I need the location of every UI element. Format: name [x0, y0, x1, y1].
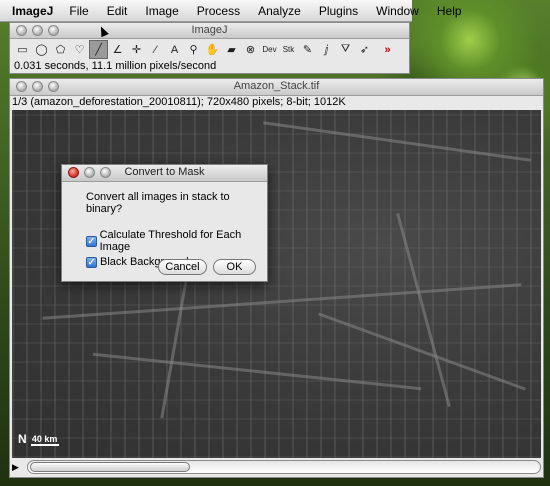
polygon-tool-icon[interactable]: ⬠ — [51, 40, 70, 59]
brush-tool-icon[interactable]: ⅉ — [317, 40, 336, 59]
arrow-tool-icon[interactable]: ➶ — [355, 40, 374, 59]
scale-overlay: N 40 km — [18, 432, 59, 446]
imagej-window-title: ImageJ — [191, 24, 228, 36]
calculate-threshold-checkbox[interactable]: ✓ Calculate Threshold for Each Image — [86, 229, 267, 253]
more-tools-icon[interactable]: » — [378, 40, 397, 59]
point-tool-icon[interactable]: ✛ — [127, 40, 146, 59]
play-icon[interactable]: ▶ — [12, 462, 24, 473]
imagej-titlebar[interactable]: ImageJ — [10, 23, 409, 39]
scale-bar: 40 km — [30, 434, 59, 446]
menu-help[interactable]: Help — [437, 4, 462, 18]
checkbox-checked-icon[interactable]: ✓ — [86, 235, 97, 247]
menu-analyze[interactable]: Analyze — [258, 4, 301, 18]
dialog-message: Convert all images in stack to binary? — [86, 191, 230, 215]
convert-to-mask-dialog: Convert to Mask Convert all images in st… — [61, 164, 268, 282]
image-minimize-button[interactable] — [32, 81, 43, 92]
window-controls — [16, 25, 59, 36]
imagej-status-text: 0.031 seconds, 11.1 million pixels/secon… — [14, 60, 217, 72]
checkbox-checked-icon[interactable]: ✓ — [86, 256, 97, 268]
stack-slider-row: ▶ — [12, 459, 541, 475]
text-tool-icon[interactable]: A — [165, 40, 184, 59]
dialog-title: Convert to Mask — [124, 166, 205, 178]
color-picker-tool-icon[interactable]: ▰ — [222, 40, 241, 59]
pencil-tool-icon[interactable]: ✎ — [298, 40, 317, 59]
close-button[interactable] — [16, 25, 27, 36]
menu-imagej[interactable]: ImageJ — [12, 4, 53, 18]
stack-slider[interactable] — [27, 460, 541, 474]
minimize-button[interactable] — [32, 25, 43, 36]
dialog-minimize-button[interactable] — [84, 167, 95, 178]
oval-tool-icon[interactable]: ◯ — [32, 40, 51, 59]
tool-bar: ▭ ◯ ⬠ ♡ ╱ ∠ ✛ ⁄ A ⚲ ✋ ▰ ⊗ Dev Stk ✎ ⅉ ⛛ ➶» — [10, 40, 409, 60]
stack-slider-thumb[interactable] — [30, 462, 190, 472]
menu-image[interactable]: Image — [145, 4, 178, 18]
image-window-titlebar[interactable]: Amazon_Stack.tif — [10, 79, 543, 96]
stack-tool-icon[interactable]: Stk — [279, 40, 298, 59]
image-road-feature — [92, 352, 422, 391]
freehand-tool-icon[interactable]: ♡ — [70, 40, 89, 59]
menu-bar: ImageJ File Edit Image Process Analyze P… — [0, 0, 462, 22]
magnifier-tool-icon[interactable]: ⚲ — [184, 40, 203, 59]
image-window-title: Amazon_Stack.tif — [233, 80, 320, 92]
flood-fill-tool-icon[interactable]: ⛛ — [336, 40, 355, 59]
imagej-toolbar-window: ImageJ ▭ ◯ ⬠ ♡ ╱ ∠ ✛ ⁄ A ⚲ ✋ ▰ ⊗ Dev Stk ✎ ⅉ ⛛ ➶» 0.031 se… — [9, 22, 410, 74]
image-road-feature — [396, 213, 451, 407]
image-road-feature — [42, 283, 522, 320]
angle-tool-icon[interactable]: ∠ — [108, 40, 127, 59]
north-arrow-icon: N — [18, 432, 27, 446]
image-window-controls — [16, 81, 59, 92]
image-info-text: 1/3 (amazon_deforestation_20010811); 720… — [12, 96, 346, 108]
dev-tool-icon[interactable]: Dev — [260, 40, 279, 59]
line-tool-icon[interactable]: ╱ — [89, 40, 108, 59]
menu-window[interactable]: Window — [376, 4, 419, 18]
zoom-button[interactable] — [48, 25, 59, 36]
menu-process[interactable]: Process — [197, 4, 240, 18]
menu-plugins[interactable]: Plugins — [319, 4, 358, 18]
image-canvas[interactable]: N 40 km — [12, 110, 541, 458]
wand-tool-icon[interactable]: ⁄ — [146, 40, 165, 59]
stop-tool-icon[interactable]: ⊗ — [241, 40, 260, 59]
image-close-button[interactable] — [16, 81, 27, 92]
ok-button[interactable]: OK — [213, 259, 256, 275]
image-zoom-button[interactable] — [48, 81, 59, 92]
checkbox-label: Calculate Threshold for Each Image — [99, 229, 242, 253]
image-road-feature — [263, 121, 531, 162]
menu-file[interactable]: File — [69, 4, 88, 18]
dialog-close-button[interactable] — [68, 167, 79, 178]
cancel-button[interactable]: Cancel — [158, 259, 207, 275]
menu-edit[interactable]: Edit — [107, 4, 128, 18]
dialog-zoom-button[interactable] — [100, 167, 111, 178]
rectangle-tool-icon[interactable]: ▭ — [13, 40, 32, 59]
dialog-titlebar[interactable]: Convert to Mask — [62, 165, 267, 182]
hand-tool-icon[interactable]: ✋ — [203, 40, 222, 59]
dialog-window-controls — [68, 167, 111, 178]
